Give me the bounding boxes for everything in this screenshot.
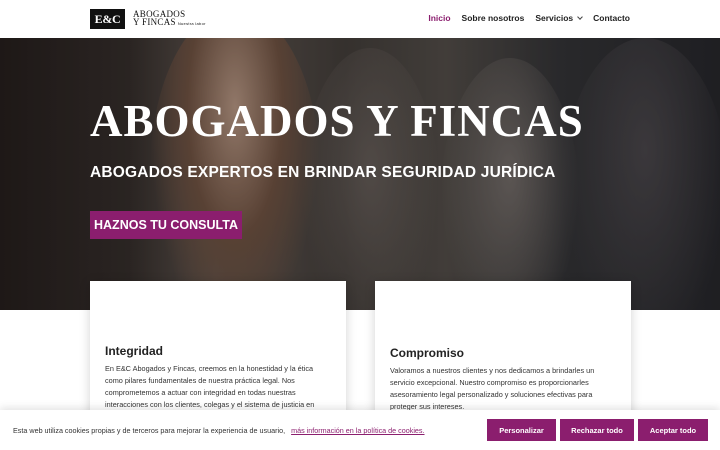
cookie-banner: Esta web utiliza cookies propias y de te… [0,410,720,450]
nav-item-contacto[interactable]: Contacto [593,13,630,23]
value-card-compromiso: Compromiso Valoramos a nuestros clientes… [375,281,631,421]
logo-tagline: Nuestra labor [177,21,206,26]
card-title: Integridad [105,344,164,358]
logo-wordmark: ABOGADOS Y FINCAS Nuestra labor [133,10,206,28]
nav-item-servicios-label: Servicios [535,13,574,23]
card-title: Compromiso [390,346,465,360]
logo-line-2: Y FINCAS Nuestra labor [133,18,206,28]
cookie-reject-button[interactable]: Rechazar todo [560,419,634,441]
cookie-accept-button[interactable]: Aceptar todo [638,419,708,441]
consult-button[interactable]: HAZNOS TU CONSULTA [90,211,242,239]
value-card-integridad: Integridad En E&C Abogados y Fincas, cre… [90,281,346,421]
nav-item-servicios[interactable]: Servicios [535,13,583,23]
site-header: E&C ABOGADOS Y FINCAS Nuestra labor Inici… [0,0,720,38]
hero-section: ABOGADOS Y FINCAS ABOGADOS EXPERTOS EN B… [0,38,720,310]
cookie-customize-button[interactable]: Personalizar [487,419,556,441]
cookie-text: Esta web utiliza cookies propias y de te… [13,426,286,435]
site-logo[interactable]: E&C ABOGADOS Y FINCAS Nuestra labor [90,9,206,29]
logo-line-2-text: Y FINCAS [133,17,176,27]
hero-subtitle: ABOGADOS EXPERTOS EN BRINDAR SEGURIDAD J… [90,164,556,181]
cookie-policy-link[interactable]: más información en la política de cookie… [291,426,424,435]
chevron-down-icon [577,14,583,20]
main-nav: Inicio Sobre nosotros Servicios Contacto [417,13,630,23]
hero-title: ABOGADOS Y FINCAS [90,96,584,146]
logo-mark: E&C [90,9,125,29]
cookie-message: Esta web utiliza cookies propias y de te… [13,426,425,435]
card-text: Valoramos a nuestros clientes y nos dedi… [390,366,595,411]
nav-item-sobre-nosotros[interactable]: Sobre nosotros [462,13,525,23]
nav-item-inicio[interactable]: Inicio [428,13,450,23]
